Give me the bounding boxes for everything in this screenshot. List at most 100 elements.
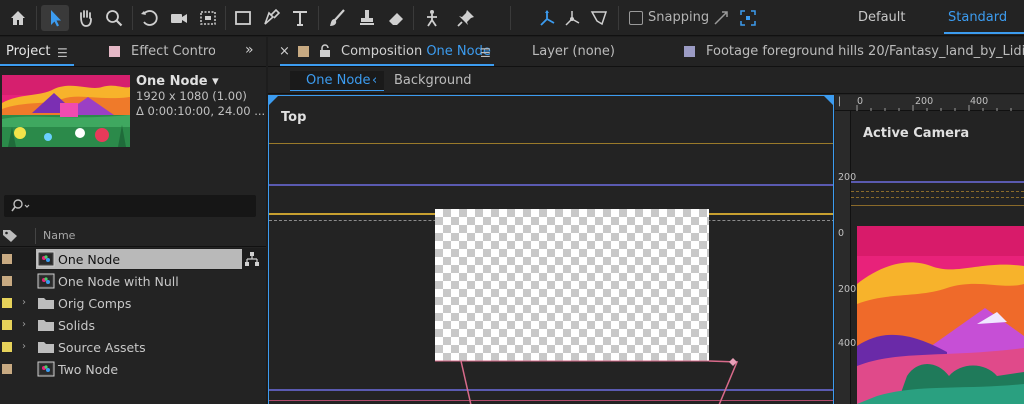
project-item-name-cell[interactable]: One Node with Null (36, 271, 242, 291)
roto-brush-tool-icon[interactable] (418, 5, 446, 31)
type-tool-icon[interactable] (286, 5, 314, 31)
label-tag-icon[interactable] (2, 229, 18, 243)
toolbar-divider (510, 6, 511, 30)
breadcrumb-active-label[interactable]: One Node (306, 73, 371, 88)
zoom-tool-icon[interactable] (100, 5, 128, 31)
hand-tool-icon[interactable] (72, 5, 100, 31)
local-axis-mode-icon[interactable] (533, 5, 561, 31)
puppet-pin-tool-icon[interactable] (452, 5, 480, 31)
label-color-swatch[interactable] (2, 320, 12, 330)
column-divider[interactable] (35, 228, 36, 244)
view-axis-mode-icon[interactable] (585, 5, 613, 31)
camera-tool-icon[interactable] (165, 5, 193, 31)
layer-guide-line (851, 197, 1024, 198)
brush-tool-icon[interactable] (323, 5, 351, 31)
selection-tool-icon[interactable] (41, 5, 69, 31)
project-item-name-cell[interactable]: One Node (36, 249, 242, 269)
label-color-swatch[interactable] (2, 298, 12, 308)
composition-icon (37, 251, 55, 267)
project-panel: Project ☰ Effect Controls » One Node ▾ 1… (0, 37, 266, 404)
disclosure-chevron-icon[interactable]: › (22, 297, 26, 308)
selected-item-name[interactable]: One Node ▾ (136, 74, 219, 89)
active-tab-indicator (0, 64, 74, 66)
search-icon (11, 199, 30, 212)
tab-overflow-icon[interactable]: » (245, 42, 254, 58)
label-color-swatch[interactable] (2, 342, 12, 352)
active-camera-viewport[interactable]: | 0 200 400 200 0 200 400 Active Camera (835, 95, 1024, 404)
tab-footage[interactable]: Footage foreground hills 20/Fantasy_land… (706, 44, 1024, 59)
workspace-default[interactable]: Default (858, 10, 906, 25)
toolbar-divider (413, 6, 414, 30)
folder-icon (38, 298, 54, 309)
project-item[interactable]: › Solids (0, 314, 266, 336)
rotate-tool-icon[interactable] (136, 5, 164, 31)
toolbar-divider (132, 6, 133, 30)
project-panel-tabs: Project ☰ Effect Controls » (0, 37, 266, 67)
toolbar-divider (618, 6, 619, 30)
composition-icon (37, 273, 55, 289)
camera-frustum-lines (435, 358, 739, 404)
view-label-active-camera: Active Camera (863, 126, 970, 141)
project-search-input[interactable] (4, 195, 256, 217)
tab-composition[interactable]: Composition One Node (341, 44, 491, 59)
toolbar-divider (36, 6, 37, 30)
tab-effect-controls[interactable]: Effect Controls (131, 44, 215, 59)
viewer-tabs: × Composition One Node ☰ Layer (none) Fo… (268, 37, 1024, 67)
camera-render-artwork (857, 226, 1024, 404)
top-view-viewport[interactable]: Top (268, 95, 834, 404)
snapping-checkbox[interactable] (629, 11, 643, 25)
folder-icon (38, 342, 54, 353)
composition-panel: × Composition One Node ☰ Layer (none) Fo… (268, 37, 1024, 404)
project-item-name-cell[interactable]: › Source Assets (22, 337, 242, 357)
project-item[interactable]: › Source Assets (0, 336, 266, 358)
ruler-tick-label: 400 (838, 339, 856, 349)
project-item-name-cell[interactable]: › Orig Comps (22, 293, 242, 313)
home-icon[interactable] (4, 5, 32, 31)
clone-stamp-tool-icon[interactable] (353, 5, 381, 31)
pen-tool-icon[interactable] (257, 5, 285, 31)
vertical-ruler[interactable]: 200 0 200 400 (835, 111, 856, 404)
pan-behind-tool-icon[interactable] (194, 5, 222, 31)
disclosure-chevron-icon[interactable]: › (22, 341, 26, 352)
label-color-swatch[interactable] (2, 364, 12, 374)
project-item-label: One Node (58, 252, 121, 267)
project-column-header: Name (0, 225, 266, 247)
folder-icon (38, 320, 54, 331)
column-name-header[interactable]: Name (43, 229, 75, 242)
project-item[interactable]: One Node (0, 248, 266, 270)
footage-label-color (684, 46, 695, 57)
label-color-swatch[interactable] (2, 254, 12, 264)
snap-expand-icon[interactable] (707, 5, 735, 31)
layer-guide-line (851, 191, 1024, 192)
tab-project[interactable]: Project (6, 44, 50, 59)
project-item-label: Two Node (58, 362, 119, 377)
lock-icon[interactable] (319, 44, 331, 58)
disclosure-chevron-icon[interactable]: › (22, 319, 26, 330)
label-color-swatch[interactable] (2, 276, 12, 286)
project-item[interactable]: Two Node (0, 358, 266, 380)
tab-composition-prefix: Composition (341, 44, 423, 59)
selected-item-duration: Δ 0:00:10:00, 24.00 ... (136, 104, 266, 118)
rectangle-tool-icon[interactable] (229, 5, 257, 31)
project-item-label: Orig Comps (58, 296, 132, 311)
flowchart-icon[interactable] (244, 251, 260, 267)
project-item[interactable]: One Node with Null (0, 270, 266, 292)
ruler-tick-label: 0 (838, 228, 845, 239)
horizontal-ruler[interactable]: | 0 200 400 (835, 95, 1024, 111)
project-item[interactable]: › Orig Comps (0, 292, 266, 314)
close-tab-icon[interactable]: × (279, 44, 290, 59)
panel-menu-icon[interactable]: ☰ (57, 46, 68, 60)
tab-layer[interactable]: Layer (none) (532, 44, 615, 59)
breadcrumb-background[interactable]: Background (394, 73, 472, 88)
project-item-name-cell[interactable]: › Solids (22, 315, 242, 335)
panel-menu-icon[interactable]: ☰ (480, 46, 491, 60)
effect-controls-label-color (109, 46, 120, 57)
layer-guide-line (851, 205, 1024, 206)
snap-target-icon[interactable] (734, 5, 762, 31)
project-item-label: Solids (58, 318, 95, 333)
project-item-name-cell[interactable]: Two Node (36, 359, 242, 379)
eraser-tool-icon[interactable] (382, 5, 410, 31)
world-axis-mode-icon[interactable] (558, 5, 586, 31)
workspace-standard[interactable]: Standard (948, 10, 1007, 25)
snapping-label: Snapping (648, 10, 710, 25)
